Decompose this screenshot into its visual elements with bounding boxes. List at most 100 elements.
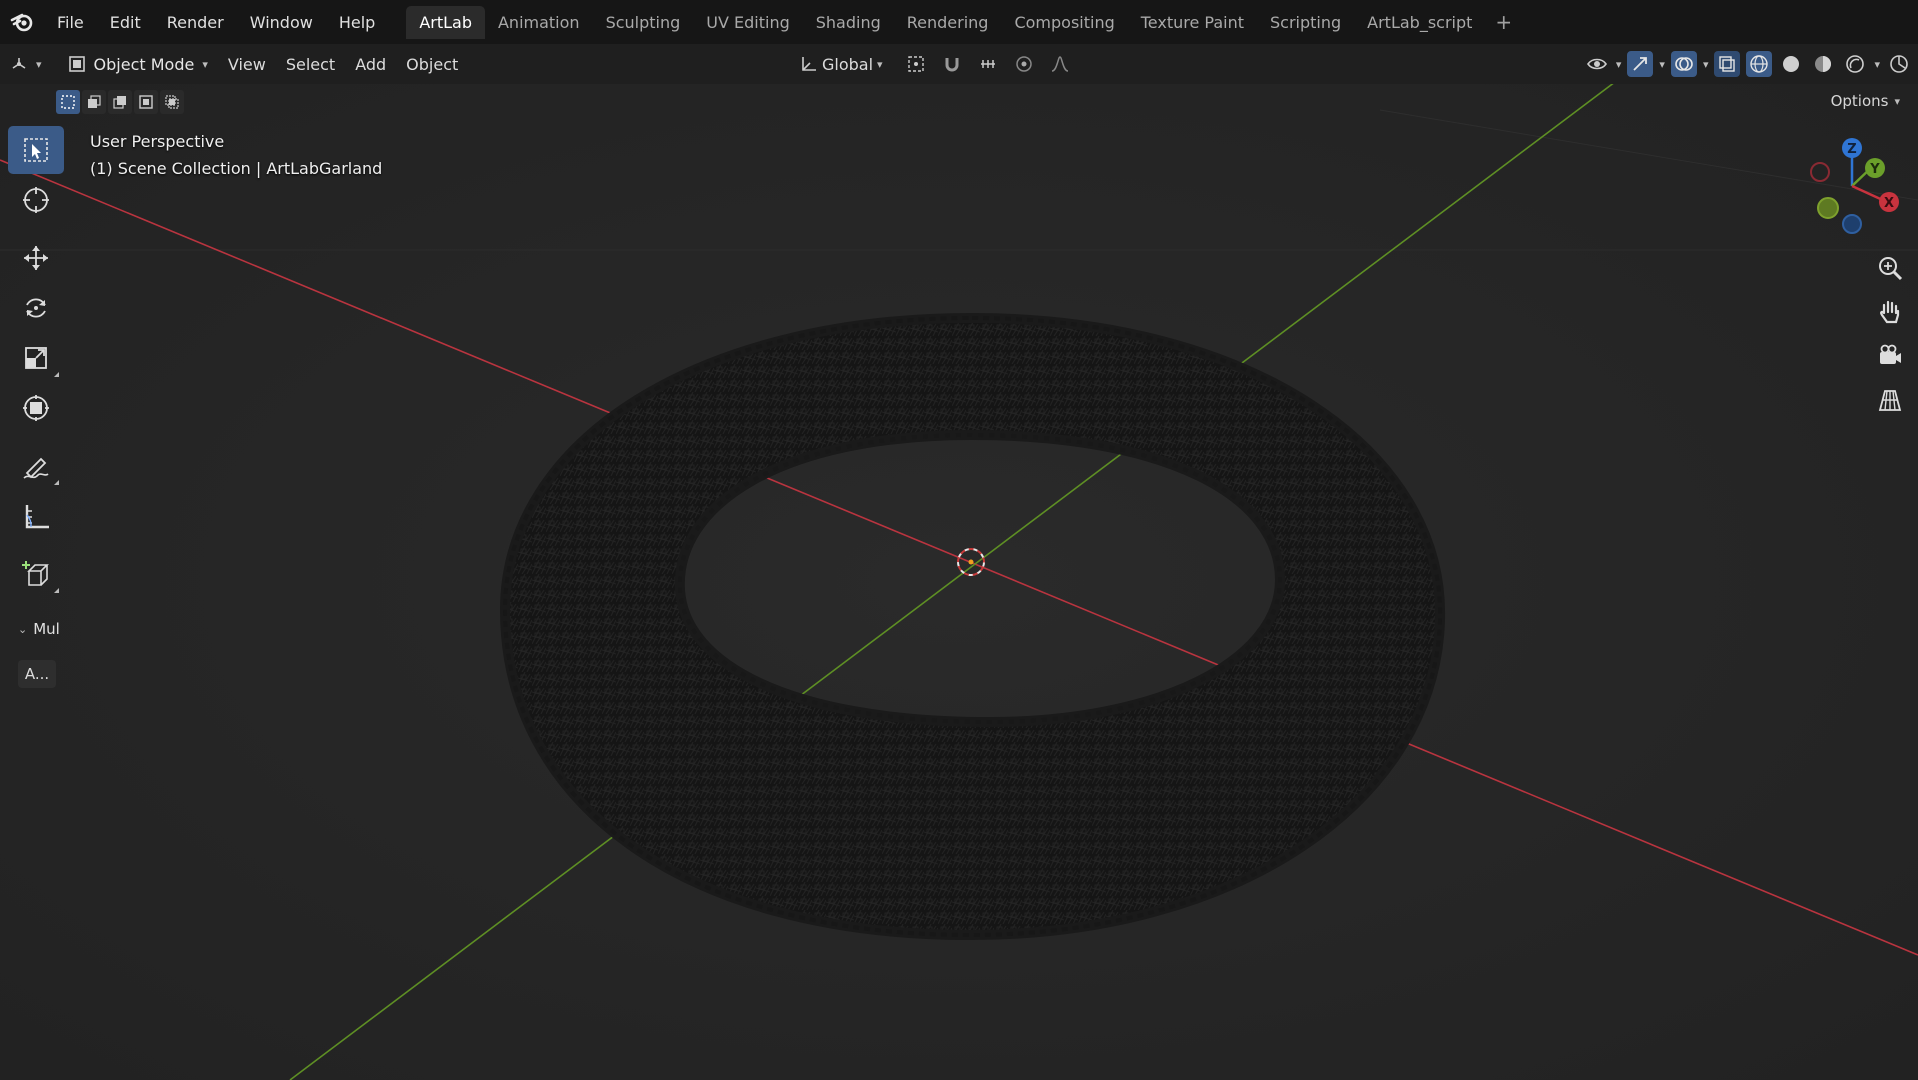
add-workspace-button[interactable]: + [1485, 10, 1522, 34]
snap-increment-icon [980, 60, 995, 68]
select-extend-button[interactable] [82, 90, 106, 114]
menu-file[interactable]: File [44, 13, 97, 32]
select-subtract-icon [113, 96, 126, 109]
tab-compositing[interactable]: Compositing [1001, 6, 1127, 39]
axis-gizmo-svg: Z Y X [1810, 138, 1899, 234]
viewport-header: ▾ Object Mode ▾ View Select Add Object G… [0, 44, 1918, 84]
select-intersect-button[interactable] [160, 90, 184, 114]
solid-sphere-icon [1783, 56, 1800, 72]
y-axis-label: Y [1869, 162, 1880, 177]
add-cube-icon [22, 561, 49, 586]
tab-shading[interactable]: Shading [803, 6, 894, 39]
rotate-tool[interactable] [8, 284, 64, 332]
gizmo-icon [1633, 57, 1648, 71]
menu-help[interactable]: Help [326, 13, 388, 32]
camera-icon [1880, 344, 1901, 364]
menu-render[interactable]: Render [154, 13, 237, 32]
transform-controls: Global ▾ [790, 44, 1073, 84]
operator-panel-label: Mul [33, 620, 60, 638]
measure-tool[interactable] [8, 492, 64, 540]
perspective-label: User Perspective [90, 132, 225, 151]
tab-scripting[interactable]: Scripting [1257, 6, 1354, 39]
tab-artlab-script[interactable]: ArtLab_script [1354, 6, 1485, 39]
select-invert-button[interactable] [134, 90, 158, 114]
tab-texture-paint[interactable]: Texture Paint [1128, 6, 1257, 39]
object-mode-dropdown[interactable]: Object Mode ▾ [58, 51, 218, 78]
select-subtract-button[interactable] [108, 90, 132, 114]
overlays-toggle[interactable] [1670, 51, 1697, 77]
annotate-tool[interactable] [8, 442, 64, 490]
gizmo-toggle[interactable] [1627, 51, 1654, 77]
xray-toggle[interactable] [1714, 51, 1741, 77]
tab-animation[interactable]: Animation [485, 6, 593, 39]
scene-options-icon [1890, 55, 1908, 73]
neg-y-handle[interactable] [1817, 197, 1839, 219]
chevron-down-icon: ▾ [877, 57, 883, 71]
tab-artlab[interactable]: ArtLab [406, 5, 485, 39]
rendered-sphere-icon [1846, 55, 1865, 73]
options-dropdown[interactable]: Options ▾ [1821, 88, 1910, 114]
sidebar-toggle-button[interactable] [1886, 51, 1912, 77]
neg-x-handle[interactable] [1810, 162, 1830, 182]
pivot-icon [907, 56, 924, 72]
transform-orientation-dropdown[interactable]: Global ▾ [790, 55, 893, 74]
tool-variants-indicator [54, 480, 59, 485]
pivot-point-button[interactable] [903, 51, 929, 77]
object-mode-label: Object Mode [93, 54, 195, 74]
snap-toggle[interactable] [939, 51, 965, 77]
editor-type-icon [12, 58, 26, 69]
chevron-down-icon: ▾ [1702, 57, 1709, 71]
rotate-icon [26, 298, 46, 318]
operator-panel-header[interactable]: ⌄ Mul [18, 620, 60, 638]
camera-view-button[interactable] [1872, 338, 1908, 374]
chevron-down-icon: ▾ [1615, 57, 1622, 71]
tab-sculpting[interactable]: Sculpting [593, 6, 694, 39]
menu-view[interactable]: View [218, 55, 276, 74]
transform-tool[interactable] [8, 384, 64, 432]
select-new-icon [61, 95, 75, 109]
proportional-edit-toggle[interactable] [1011, 51, 1037, 77]
move-tool[interactable] [8, 234, 64, 282]
shading-solid-button[interactable] [1778, 51, 1804, 77]
top-menu-bar: File Edit Render Window Help ArtLab Anim… [0, 0, 1918, 44]
blender-logo-icon[interactable] [0, 0, 44, 44]
tab-uv-editing[interactable]: UV Editing [693, 6, 802, 39]
pan-button[interactable] [1872, 294, 1908, 330]
chevron-down-icon: ▾ [1659, 57, 1665, 71]
navigation-gizmo[interactable]: Z Y X [1800, 134, 1904, 246]
cursor-tool[interactable] [8, 176, 64, 224]
add-cube-tool[interactable] [8, 550, 64, 598]
falloff-button[interactable] [1047, 51, 1073, 77]
xray-icon [1719, 56, 1736, 72]
snap-target-button[interactable] [975, 51, 1001, 77]
shading-wireframe-button[interactable] [1746, 51, 1773, 77]
chevron-down-icon: ▾ [1874, 57, 1880, 71]
object-mode-icon [68, 56, 85, 72]
z-axis-label: Z [1847, 142, 1856, 157]
3d-viewport[interactable] [0, 84, 1918, 1080]
operator-action-button[interactable]: A... [18, 660, 56, 688]
menu-window[interactable]: Window [237, 13, 326, 32]
hand-icon [1880, 300, 1900, 324]
scale-tool[interactable] [8, 334, 64, 382]
tab-rendering[interactable]: Rendering [894, 6, 1002, 39]
tool-variants-indicator [54, 588, 59, 593]
select-new-button[interactable] [56, 90, 80, 114]
menu-add[interactable]: Add [345, 55, 396, 74]
editor-type-button[interactable]: ▾ [0, 54, 52, 74]
neg-z-handle[interactable] [1842, 214, 1862, 234]
shading-rendered-button[interactable] [1842, 51, 1868, 77]
zoom-button[interactable] [1872, 250, 1908, 286]
ruler-icon [25, 505, 49, 529]
shading-material-button[interactable] [1810, 51, 1836, 77]
tool-variants-indicator [54, 372, 59, 377]
transform-icon [23, 395, 49, 421]
perspective-toggle-button[interactable] [1872, 382, 1908, 418]
menu-select[interactable]: Select [276, 55, 345, 74]
visibility-button[interactable] [1584, 51, 1610, 77]
menu-edit[interactable]: Edit [97, 13, 154, 32]
scale-icon [25, 347, 47, 369]
viewport-display-controls: ▾ ▾ ▾ ▾ [1584, 44, 1918, 84]
menu-object[interactable]: Object [396, 55, 468, 74]
select-box-tool[interactable] [8, 126, 64, 174]
